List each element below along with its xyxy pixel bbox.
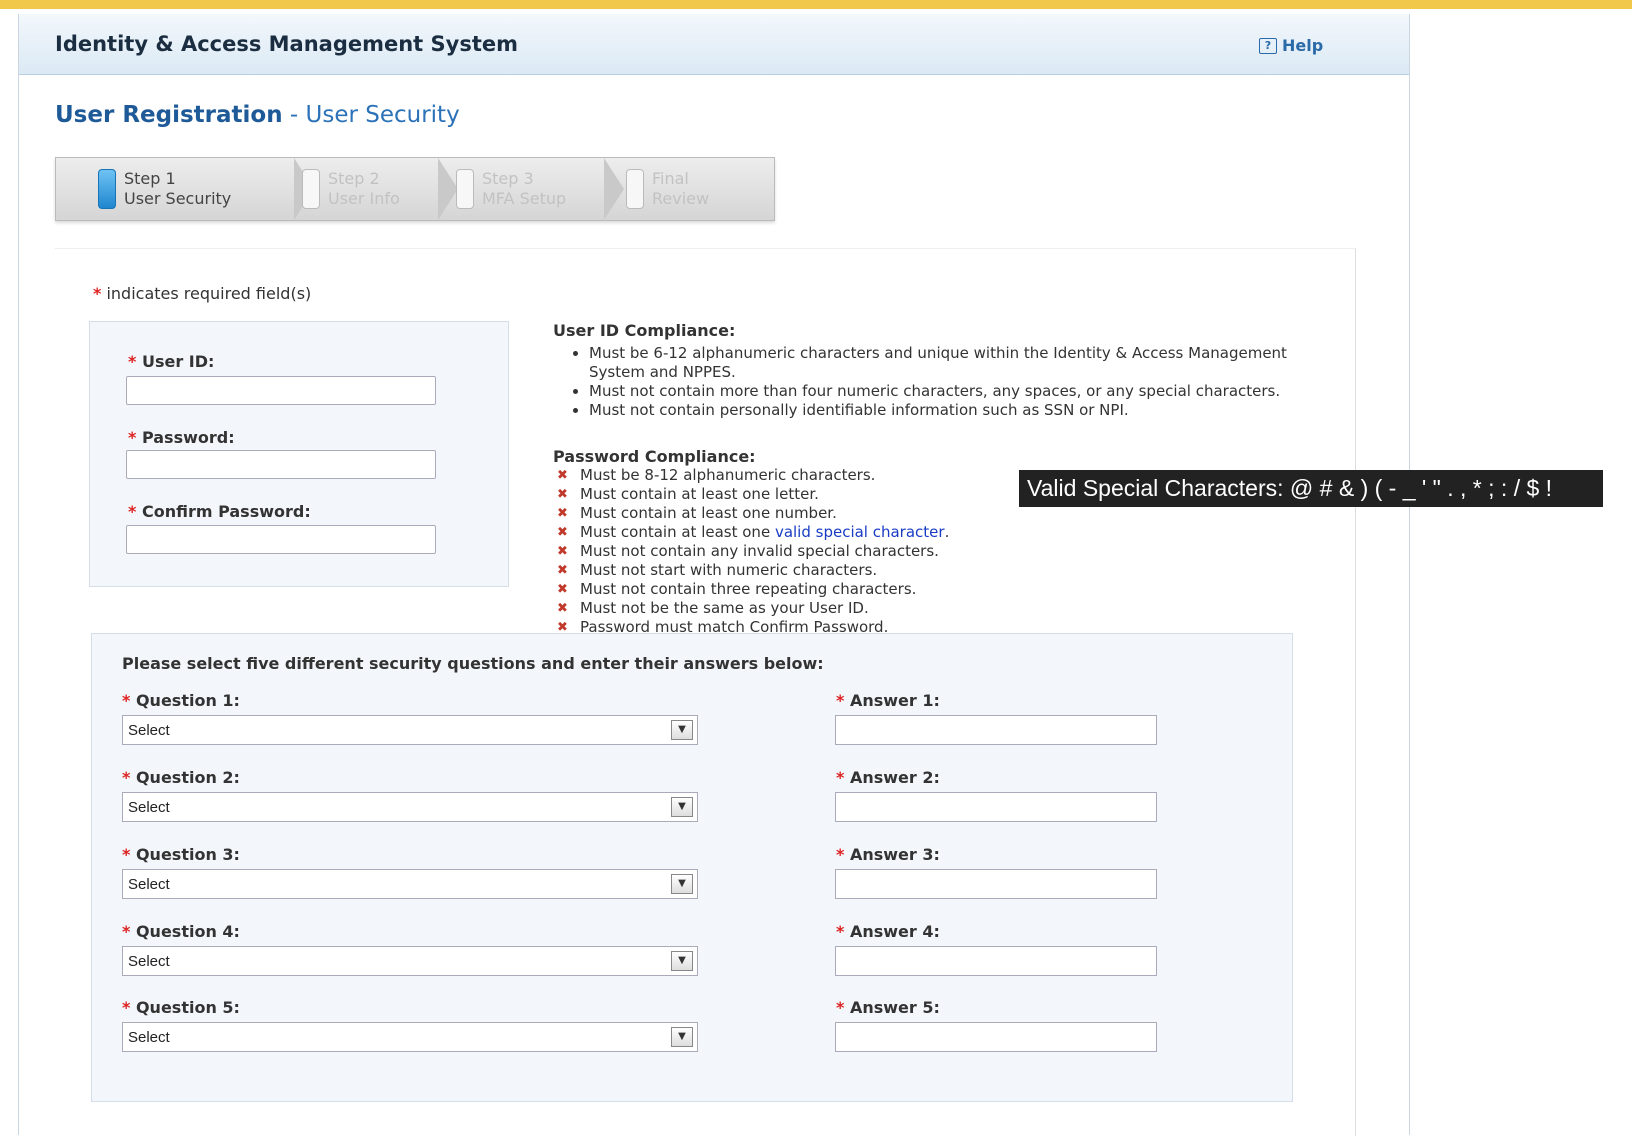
question-1-select[interactable]: Select ▼ (122, 715, 698, 745)
password-rule: ✖ Must not be the same as your User ID. (557, 599, 869, 617)
help-icon: ? (1259, 37, 1277, 54)
user-id-rule: Must be 6-12 alphanumeric characters and… (589, 344, 1293, 382)
security-instruction: Please select five different security qu… (122, 654, 824, 673)
step-2-line2: User Info (328, 189, 400, 208)
password-compliance-heading: Password Compliance: (553, 447, 756, 466)
step-3-marker (456, 169, 474, 209)
question-3-label: * Question 3: (122, 845, 240, 864)
step-1-marker (98, 169, 116, 209)
step-final-line2: Review (652, 189, 710, 208)
chevron-right-icon (438, 158, 458, 220)
password-rule: ✖ Must not start with numeric characters. (557, 561, 878, 579)
password-input[interactable] (126, 450, 436, 479)
password-label: * Password: (128, 428, 235, 447)
answer-2-input[interactable] (835, 792, 1157, 822)
x-icon: ✖ (557, 506, 568, 521)
step-2-line1: Step 2 (328, 169, 380, 188)
chevron-down-icon[interactable]: ▼ (671, 1027, 693, 1047)
special-characters-tooltip: Valid Special Characters: @ # & ) ( - _ … (1019, 470, 1603, 507)
question-2-select[interactable]: Select ▼ (122, 792, 698, 822)
question-4-label: * Question 4: (122, 922, 240, 941)
x-icon: ✖ (557, 487, 568, 502)
valid-special-character-link[interactable]: valid special character (775, 523, 945, 542)
step-2: Step 2 User Info (302, 158, 458, 220)
password-rule: ✖ Must contain at least one valid special… (557, 523, 950, 542)
x-icon: ✖ (557, 468, 568, 483)
step-1-line1: Step 1 (124, 169, 176, 188)
step-1-line2: User Security (124, 189, 232, 208)
password-rule: ✖ Must not contain three repeating charac… (557, 580, 917, 598)
step-final-line1: Final (652, 169, 689, 188)
app-window: Identity & Access Management System ? He… (18, 14, 1410, 1136)
top-accent-bar (0, 0, 1632, 9)
step-3-line2: MFA Setup (482, 189, 567, 208)
x-icon: ✖ (557, 525, 568, 540)
answer-5-label: * Answer 5: (836, 998, 940, 1017)
step-final-marker (626, 169, 644, 209)
chevron-down-icon[interactable]: ▼ (671, 797, 693, 817)
answer-5-input[interactable] (835, 1022, 1157, 1052)
x-icon: ✖ (557, 601, 568, 616)
x-icon: ✖ (557, 582, 568, 597)
chevron-down-icon[interactable]: ▼ (671, 951, 693, 971)
app-header: Identity & Access Management System ? He… (19, 14, 1409, 75)
question-5-select[interactable]: Select ▼ (122, 1022, 698, 1052)
confirm-password-input[interactable] (126, 525, 436, 554)
question-5-label: * Question 5: (122, 998, 240, 1017)
step-2-marker (302, 169, 320, 209)
chevron-down-icon[interactable]: ▼ (671, 874, 693, 894)
answer-4-label: * Answer 4: (836, 922, 940, 941)
user-id-compliance-heading: User ID Compliance: (553, 321, 736, 340)
step-1: Step 1 User Security (98, 158, 314, 220)
help-label: Help (1282, 36, 1324, 55)
password-rule: ✖ Must not contain any invalid special ch… (557, 542, 939, 560)
question-3-select[interactable]: Select ▼ (122, 869, 698, 899)
required-note-text: indicates required field(s) (106, 284, 312, 303)
security-questions-panel: Please select five different security qu… (91, 633, 1293, 1102)
answer-4-input[interactable] (835, 946, 1157, 976)
help-link[interactable]: ? Help (1259, 36, 1323, 55)
page-title-sub: User Security (305, 102, 460, 128)
chevron-down-icon[interactable]: ▼ (671, 720, 693, 740)
answer-3-input[interactable] (835, 869, 1157, 899)
answer-1-input[interactable] (835, 715, 1157, 745)
question-4-select[interactable]: Select ▼ (122, 946, 698, 976)
step-3-line1: Step 3 (482, 169, 534, 188)
required-star: * (93, 284, 102, 303)
step-progress: Step 1 User Security Step 2 User Info Step… (55, 157, 775, 221)
user-id-label: * User ID: (128, 352, 215, 371)
answer-3-label: * Answer 3: (836, 845, 940, 864)
answer-1-label: * Answer 1: (836, 691, 940, 710)
x-icon: ✖ (557, 563, 568, 578)
question-1-label: * Question 1: (122, 691, 240, 710)
chevron-right-icon (604, 158, 624, 220)
form-area: * indicates required field(s) * User ID:… (55, 248, 1356, 1136)
answer-2-label: * Answer 2: (836, 768, 940, 787)
page-title: User Registration - User Security (55, 102, 460, 128)
user-id-input[interactable] (126, 376, 436, 405)
user-id-rule: Must not contain more than four numeric … (589, 382, 1293, 401)
app-title: Identity & Access Management System (55, 32, 519, 56)
credentials-panel: * User ID: * Password: * Confirm Passwor… (89, 321, 509, 587)
required-note: * indicates required field(s) (93, 284, 311, 303)
user-id-compliance: User ID Compliance: Must be 6-12 alphanu… (553, 321, 1293, 420)
step-final: Final Review (626, 158, 756, 220)
page-title-separator: - (282, 102, 306, 128)
user-id-rules: Must be 6-12 alphanumeric characters and… (553, 344, 1293, 420)
confirm-password-label: * Confirm Password: (128, 502, 311, 521)
question-2-label: * Question 2: (122, 768, 240, 787)
user-id-rule: Must not contain personally identifiable… (589, 401, 1293, 420)
x-icon: ✖ (557, 544, 568, 559)
page-title-main: User Registration (55, 102, 283, 128)
step-3: Step 3 MFA Setup (456, 158, 624, 220)
